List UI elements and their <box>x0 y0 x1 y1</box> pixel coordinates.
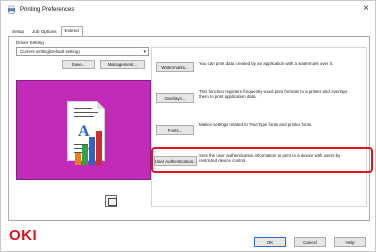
highlight-box <box>151 147 373 173</box>
graphic-bar <box>89 137 95 165</box>
graphic-bar <box>75 153 81 165</box>
window-title: Printing Preferences <box>20 6 75 13</box>
chevron-down-icon: ▾ <box>143 49 146 55</box>
cancel-button[interactable]: Cancel <box>294 237 326 247</box>
management-button[interactable]: Management... <box>100 60 145 69</box>
extend-tab-panel: Driver Setting Current setting(Default s… <box>8 36 373 221</box>
fonts-button[interactable]: Fonts... <box>156 125 194 135</box>
overlays-button[interactable]: Overlays... <box>156 93 194 103</box>
graphic-bar <box>82 145 88 165</box>
title-bar: Printing Preferences × <box>1 1 375 18</box>
graphic-bar <box>96 131 102 165</box>
driver-setting-value: Current setting(Default setting) <box>20 49 80 54</box>
page-fold <box>97 101 105 109</box>
tab-extend[interactable]: Extend <box>60 26 83 36</box>
tab-job-options[interactable]: Job Options <box>28 27 61 36</box>
bar-graphic <box>75 127 115 165</box>
watermarks-button[interactable]: Watermarks... <box>156 62 194 72</box>
ok-button[interactable]: OK <box>254 237 286 247</box>
text-line <box>74 116 94 118</box>
save-button[interactable]: Save... <box>62 60 95 69</box>
watermarks-description: You can print data created by an applica… <box>199 61 334 66</box>
close-icon[interactable]: × <box>363 3 369 15</box>
driver-setting-group: Driver Setting Current setting(Default s… <box>16 40 151 69</box>
page-preview-icon[interactable] <box>105 195 117 207</box>
fonts-description: Makes settings related to TrueType fonts… <box>199 122 313 127</box>
help-button[interactable]: Help <box>334 237 366 247</box>
print-preview: A <box>16 80 151 180</box>
tab-strip: Setup Job Options Extend <box>8 26 83 36</box>
printer-icon <box>7 5 16 14</box>
extend-features: Watermarks... You can print data created… <box>151 47 373 207</box>
driver-setting-dropdown[interactable]: Current setting(Default setting) ▾ <box>16 47 149 56</box>
oki-logo: OKI <box>9 227 38 244</box>
text-line <box>74 108 92 110</box>
text-line <box>74 112 98 114</box>
driver-setting-label: Driver Setting <box>16 40 44 45</box>
tab-setup[interactable]: Setup <box>8 27 28 36</box>
printing-preferences-window: Printing Preferences × Setup Job Options… <box>0 0 376 252</box>
overlays-description: This function registers frequently-used … <box>199 89 348 100</box>
